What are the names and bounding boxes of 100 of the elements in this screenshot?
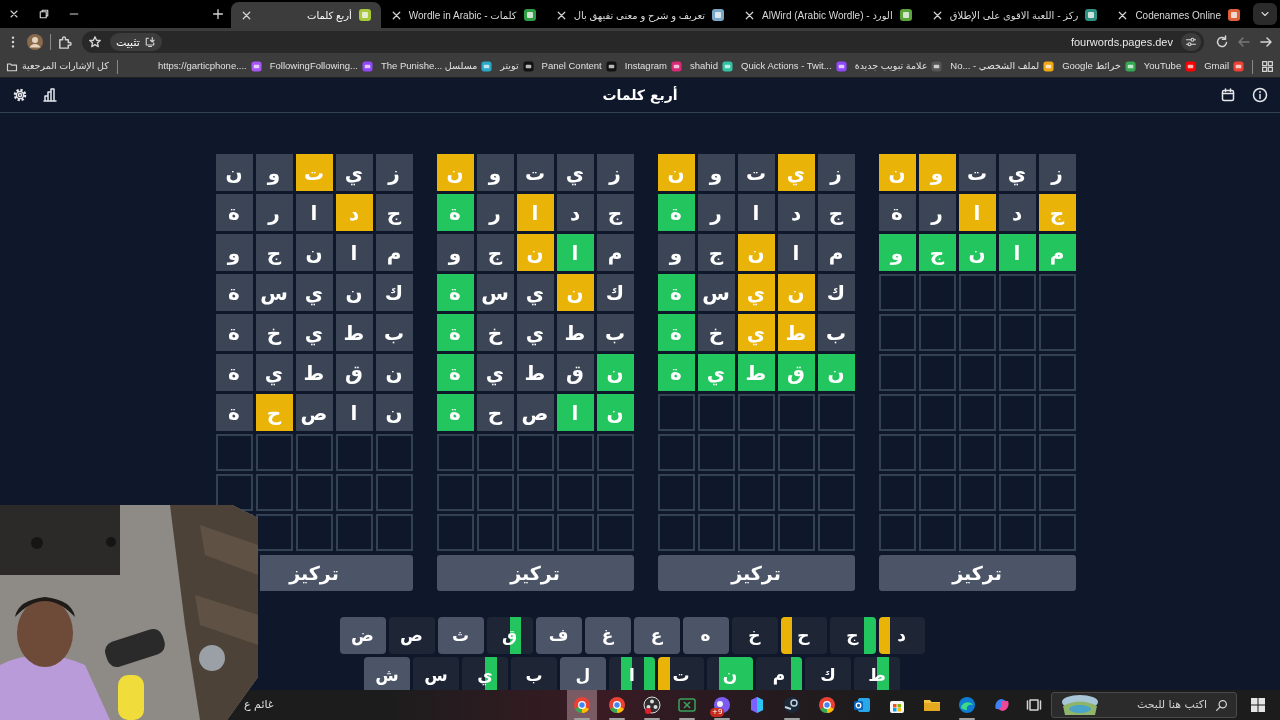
puzzle-icon[interactable]	[57, 34, 72, 50]
letter-tile: ة	[657, 194, 695, 231]
bookmark-item[interactable]: Panel Content	[541, 59, 617, 74]
letter-tile: ي	[998, 154, 1036, 191]
close-icon[interactable]	[8, 8, 20, 20]
search-field[interactable]: اكتب هنا للبحث	[1051, 692, 1237, 718]
install-button[interactable]: تثبيت	[110, 33, 162, 51]
empty-tile	[295, 514, 333, 551]
empty-tile	[596, 514, 634, 551]
empty-tile	[998, 434, 1036, 471]
bookmark-item[interactable]: FollowingFollowing...	[269, 59, 373, 74]
forward-icon[interactable]	[1236, 34, 1252, 50]
empty-tile	[215, 434, 253, 471]
start-icon[interactable]	[1250, 697, 1266, 713]
browser-tab[interactable]: AlWird (Arabic Wordle) - الورد	[734, 2, 922, 28]
bookmark-item[interactable]: shahid	[690, 59, 733, 74]
empty-tile	[697, 434, 735, 471]
browser-tab[interactable]: Codenames Online	[1107, 2, 1250, 28]
keyboard-key[interactable]: ض	[339, 617, 386, 654]
keyboard-key[interactable]: م	[756, 657, 802, 690]
keyboard-key[interactable]: ك	[805, 657, 851, 690]
empty-tile	[375, 434, 413, 471]
keyboard-key[interactable]: د	[878, 617, 925, 654]
bookmark-item[interactable]: No... - لملف الشخصي	[950, 59, 1055, 74]
letter-tile: ة	[436, 354, 474, 391]
letter-tile: ر	[476, 194, 514, 231]
focus-button[interactable]: تركيز	[657, 555, 855, 591]
focus-button[interactable]: تركيز	[259, 555, 413, 591]
browser-tab[interactable]: ركز - اللعبة الاقوى على الإطلاق	[921, 2, 1108, 28]
calendar-icon[interactable]	[1220, 87, 1236, 103]
keyboard-key[interactable]: ع	[633, 617, 680, 654]
keyboard-key[interactable]: ه	[682, 617, 729, 654]
browser-icon	[607, 695, 627, 715]
star-icon[interactable]	[88, 35, 102, 49]
focus-button[interactable]: تركيز	[878, 555, 1076, 591]
keyboard-key[interactable]: ف	[535, 617, 582, 654]
letter-tile: ة	[215, 274, 253, 311]
focus-button[interactable]: تركيز	[436, 555, 634, 591]
info-icon[interactable]	[1252, 87, 1268, 103]
keyboard-key[interactable]: ش	[364, 657, 410, 690]
keyboard-key[interactable]: غ	[584, 617, 631, 654]
letter-tile: ن	[295, 234, 333, 271]
bookmark-icon	[481, 61, 493, 72]
favicon-icon	[1084, 8, 1099, 22]
keyboard-key[interactable]: ح	[780, 617, 827, 654]
keyboard-key[interactable]: ص	[388, 617, 435, 654]
letter-tile: ي	[476, 354, 514, 391]
bookmark-icon	[722, 61, 733, 72]
keyboard-key[interactable]: ا	[609, 657, 655, 690]
empty-tile	[958, 434, 996, 471]
profile-avatar[interactable]	[26, 33, 44, 51]
letter-tile: ة	[878, 194, 916, 231]
empty-tile	[918, 274, 956, 311]
letter-tile: ن	[516, 234, 554, 271]
restore-icon[interactable]	[38, 8, 50, 20]
letter-tile: س	[697, 274, 735, 311]
apps-grid-icon[interactable]	[1261, 60, 1274, 73]
keyboard-key[interactable]: ط	[854, 657, 900, 690]
bookmark-item[interactable]: Quick Actions - Twit...	[741, 59, 847, 74]
reload-icon[interactable]	[1214, 34, 1230, 50]
bookmark-item[interactable]: https://garticphone....	[158, 59, 262, 74]
all-bookmarks-item[interactable]: كل الإشارات المرجعية	[6, 59, 109, 74]
keyboard-key[interactable]: ل	[560, 657, 606, 690]
browser-tab[interactable]: تعريف و شرح و معنى تفيهق بال	[545, 2, 734, 28]
keyboard-key[interactable]: ب	[511, 657, 557, 690]
letter-tile: ي	[697, 354, 735, 391]
browser-tab[interactable]: أربع كلمات	[230, 2, 381, 28]
settings-icon[interactable]	[12, 87, 28, 103]
bookmark-item[interactable]: Instagram	[624, 59, 682, 74]
letter-tile: ق	[335, 354, 373, 391]
new-tab-icon[interactable]	[210, 7, 225, 21]
letter-tile: ن	[375, 394, 413, 431]
letter-tile: ن	[596, 354, 634, 391]
bar-chart-icon[interactable]	[42, 87, 58, 103]
bookmark-item[interactable]: Gmail	[1204, 59, 1244, 74]
bookmark-icon	[1043, 61, 1055, 72]
keyboard-key[interactable]: ج	[829, 617, 876, 654]
letter-tile: ا	[516, 194, 554, 231]
empty-tile	[697, 394, 735, 431]
bookmark-item[interactable]: The Punishe... مسلسل	[380, 59, 493, 74]
letter-tile: ي	[516, 274, 554, 311]
letter-tile: ز	[596, 154, 634, 191]
keyboard-key[interactable]: س	[413, 657, 459, 690]
browser-tab[interactable]: Wordle in Arabic - كلمات	[380, 2, 546, 28]
bookmark-item[interactable]: خرائط Google	[1062, 59, 1136, 74]
bookmark-item[interactable]: علامة تبويب جديدة	[854, 59, 943, 74]
letter-tile: ج	[1038, 194, 1076, 231]
letter-tile: ج	[255, 234, 293, 271]
bookmark-item[interactable]: تويتر	[500, 59, 534, 74]
task-view-icon[interactable]	[1026, 697, 1042, 713]
bookmark-item[interactable]: YouTube	[1143, 59, 1197, 74]
back-icon[interactable]	[1258, 34, 1274, 50]
tune-icon[interactable]	[1185, 36, 1197, 48]
keyboard-key[interactable]: ت	[658, 657, 704, 690]
letter-tile: ط	[295, 354, 333, 391]
keyboard-key[interactable]: ث	[437, 617, 484, 654]
keyboard-key[interactable]: خ	[731, 617, 778, 654]
letter-tile: ن	[878, 154, 916, 191]
empty-tile	[516, 514, 554, 551]
empty-tile	[556, 514, 594, 551]
